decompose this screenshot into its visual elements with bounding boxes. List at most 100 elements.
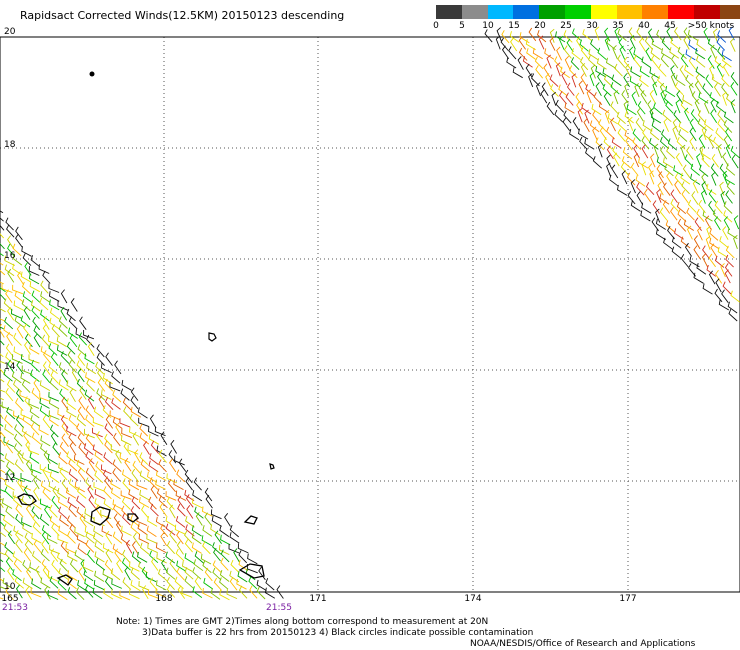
- wind-barb: [570, 57, 580, 71]
- wind-barb: [6, 379, 16, 393]
- wind-barb: [629, 76, 640, 88]
- wind-barb: [111, 371, 121, 384]
- wind-barb: [658, 171, 665, 186]
- wind-barb: [528, 73, 534, 88]
- wind-barb: [602, 68, 613, 80]
- wind-barb: [722, 91, 727, 106]
- wind-barb: [16, 324, 24, 339]
- wind-barb: [3, 514, 13, 527]
- wind-barb: [39, 380, 51, 391]
- wind-barb: [39, 513, 50, 526]
- lat-label-16: 16: [4, 251, 16, 261]
- wind-barb: [61, 478, 70, 493]
- scatterometer-wind-map: Rapidsact Corrected Winds(12.5KM) 201501…: [0, 0, 740, 650]
- wind-barb: [102, 373, 113, 385]
- wind-barb: [596, 58, 607, 70]
- wind-barb: [43, 450, 51, 464]
- wind-barb: [652, 81, 658, 96]
- wind-barb: [139, 432, 150, 445]
- wind-barb: [532, 48, 543, 60]
- wind-barb: [22, 577, 33, 589]
- wind-barb: [611, 74, 622, 87]
- wind-barb: [93, 526, 104, 538]
- wind-barb: [722, 281, 732, 295]
- wind-barb: [15, 415, 25, 429]
- wind-barb: [110, 568, 121, 581]
- wind-barb: [138, 417, 150, 428]
- wind-barb: [722, 226, 729, 240]
- wind-barb: [104, 397, 114, 411]
- wind-barb: [590, 39, 600, 52]
- wind-barb: [0, 318, 6, 322]
- wind-barb: [595, 82, 602, 97]
- wind-barb: [5, 439, 14, 454]
- wind-barb: [52, 442, 61, 456]
- wind-barb: [47, 464, 59, 474]
- wind-barb: [88, 495, 97, 509]
- lon-label-171: 171: [309, 594, 327, 604]
- wind-barb: [544, 48, 555, 60]
- wind-barb: [586, 89, 592, 104]
- wind-barb: [662, 109, 672, 123]
- wind-barb: [226, 589, 238, 600]
- wind-barb: [20, 473, 32, 483]
- wind-barb: [79, 513, 87, 528]
- wind-barb: [177, 503, 186, 517]
- wind-barb: [146, 525, 157, 537]
- island: [269, 463, 275, 470]
- wind-barb: [30, 255, 40, 268]
- wind-barb: [21, 246, 32, 257]
- wind-barb: [70, 298, 78, 312]
- wind-barb: [85, 477, 94, 491]
- wind-barb: [40, 309, 50, 322]
- colorbar-label: 20: [534, 21, 546, 31]
- wind-barb: [111, 579, 122, 589]
- wind-barb: [636, 191, 644, 206]
- wind-barb: [74, 481, 86, 493]
- wind-barb: [0, 389, 6, 393]
- wind-barb: [210, 524, 221, 536]
- wind-barb: [12, 284, 24, 295]
- wind-barb: [650, 153, 656, 168]
- wind-barb: [58, 452, 68, 465]
- wind-barb: [218, 544, 230, 556]
- wind-swath-west: [0, 210, 284, 601]
- wind-barb: [38, 424, 49, 436]
- wind-barb: [237, 543, 249, 554]
- wind-barb: [121, 525, 132, 536]
- wind-barb: [112, 531, 123, 544]
- wind-barb: [0, 513, 5, 517]
- wind-barb: [247, 553, 258, 565]
- wind-barb: [84, 389, 95, 402]
- wind-barb: [224, 513, 231, 527]
- wind-barb: [665, 85, 676, 97]
- wind-barb: [588, 48, 599, 61]
- wind-barb: [157, 568, 168, 582]
- wind-barb: [58, 506, 68, 520]
- wind-barb: [640, 90, 648, 104]
- colorbar-label: >50 knots: [687, 21, 735, 31]
- wind-barb: [78, 396, 86, 410]
- island-outlines: [17, 71, 275, 586]
- wind-barb: [230, 559, 240, 573]
- wind-barb: [721, 49, 732, 62]
- wind-barb: [660, 145, 668, 160]
- wind-barb: [31, 387, 41, 401]
- wind-barb: [73, 454, 85, 465]
- wind-barb: [31, 506, 40, 520]
- wind-barb: [149, 453, 159, 465]
- wind-barb: [125, 539, 133, 554]
- wind-barb: [729, 37, 736, 52]
- wind-barb: [58, 525, 69, 537]
- wind-barb: [691, 191, 699, 205]
- wind-barb: [192, 567, 202, 580]
- wind-barb: [174, 576, 184, 589]
- wind-barb: [680, 172, 691, 185]
- wind-barb: [68, 478, 79, 491]
- wind-barb: [725, 190, 733, 204]
- wind-barb: [22, 415, 33, 427]
- colorbar-swatch: [436, 5, 462, 19]
- wind-barb: [105, 415, 114, 429]
- wind-barb: [17, 271, 25, 285]
- wind-barb: [733, 234, 738, 249]
